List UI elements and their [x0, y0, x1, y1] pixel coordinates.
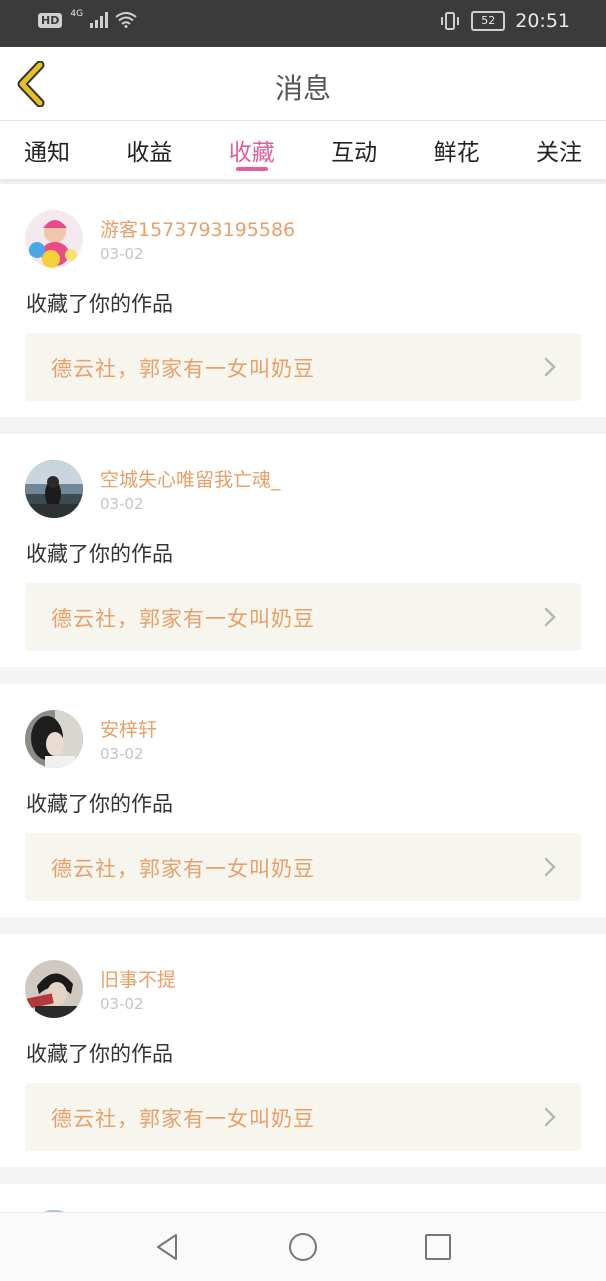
- action-text: 收藏了你的作品: [26, 542, 173, 566]
- date: 03-02: [100, 745, 144, 763]
- work-link[interactable]: 德云社，郭家有一女叫奶豆: [25, 583, 581, 651]
- avatar[interactable]: [25, 210, 83, 268]
- tab-interactions[interactable]: 互动: [331, 121, 377, 179]
- battery-icon: 52: [471, 11, 506, 31]
- clock: 20:51: [515, 10, 570, 32]
- tab-earnings[interactable]: 收益: [126, 121, 172, 179]
- avatar[interactable]: [25, 960, 83, 1018]
- wifi-icon: [115, 12, 137, 28]
- tab-flowers[interactable]: 鲜花: [434, 121, 480, 179]
- chevron-right-icon: [544, 357, 556, 377]
- chevron-right-icon: [544, 1107, 556, 1127]
- username[interactable]: 游客1573793195586: [100, 215, 295, 242]
- avatar[interactable]: [25, 460, 83, 518]
- vibrate-icon: [441, 12, 460, 30]
- list-item: 安梓轩 03-02 收藏了你的作品 德云社，郭家有一女叫奶豆: [0, 684, 606, 917]
- status-bar: HD 4G 52 20:51: [0, 0, 606, 47]
- work-title: 德云社，郭家有一女叫奶豆: [51, 1107, 315, 1131]
- nav-home-icon: [289, 1233, 317, 1261]
- work-title: 德云社，郭家有一女叫奶豆: [51, 857, 315, 881]
- work-link[interactable]: 德云社，郭家有一女叫奶豆: [25, 1083, 581, 1151]
- username[interactable]: 安梓轩: [100, 715, 157, 742]
- work-link[interactable]: 德云社，郭家有一女叫奶豆: [25, 833, 581, 901]
- tab-favorites[interactable]: 收藏: [229, 121, 275, 179]
- system-nav-bar: [0, 1212, 606, 1281]
- work-title: 德云社，郭家有一女叫奶豆: [51, 357, 315, 381]
- work-title: 德云社，郭家有一女叫奶豆: [51, 607, 315, 631]
- status-right: 52 20:51: [439, 10, 570, 32]
- network-type: 4G: [70, 9, 84, 19]
- tab-notifications[interactable]: 通知: [24, 121, 70, 179]
- nav-home-button[interactable]: [287, 1231, 319, 1263]
- work-link[interactable]: 德云社，郭家有一女叫奶豆: [25, 333, 581, 401]
- list-item: 游客1573793195586 03-02 收藏了你的作品 德云社，郭家有一女叫…: [0, 184, 606, 417]
- status-left: HD 4G: [38, 9, 137, 28]
- chevron-right-icon: [544, 857, 556, 877]
- hd-badge: HD: [38, 12, 63, 28]
- action-text: 收藏了你的作品: [26, 1042, 173, 1066]
- date: 03-02: [100, 495, 144, 513]
- tab-bar: 通知 收益 收藏 互动 鲜花 关注: [0, 121, 606, 179]
- nav-recents-icon: [425, 1234, 451, 1260]
- list-item: 空城失心唯留我亡魂_ 03-02 收藏了你的作品 德云社，郭家有一女叫奶豆: [0, 434, 606, 667]
- header: 消息: [0, 47, 606, 121]
- action-text: 收藏了你的作品: [26, 292, 173, 316]
- nav-recents-button[interactable]: [422, 1231, 454, 1263]
- signal-icon: [90, 12, 109, 28]
- username[interactable]: 旧事不提: [100, 965, 176, 992]
- tab-follows[interactable]: 关注: [536, 121, 582, 179]
- avatar[interactable]: [25, 710, 83, 768]
- list-item: 旧事不提 03-02 收藏了你的作品 德云社，郭家有一女叫奶豆: [0, 934, 606, 1167]
- action-text: 收藏了你的作品: [26, 792, 173, 816]
- date: 03-02: [100, 995, 144, 1013]
- username[interactable]: 空城失心唯留我亡魂_: [100, 465, 281, 492]
- chevron-right-icon: [544, 607, 556, 627]
- message-list: 游客1573793195586 03-02 收藏了你的作品 德云社，郭家有一女叫…: [0, 184, 606, 1268]
- date: 03-02: [100, 245, 144, 263]
- nav-back-button[interactable]: [152, 1231, 184, 1263]
- page-title: 消息: [274, 72, 331, 105]
- nav-back-icon: [157, 1234, 177, 1260]
